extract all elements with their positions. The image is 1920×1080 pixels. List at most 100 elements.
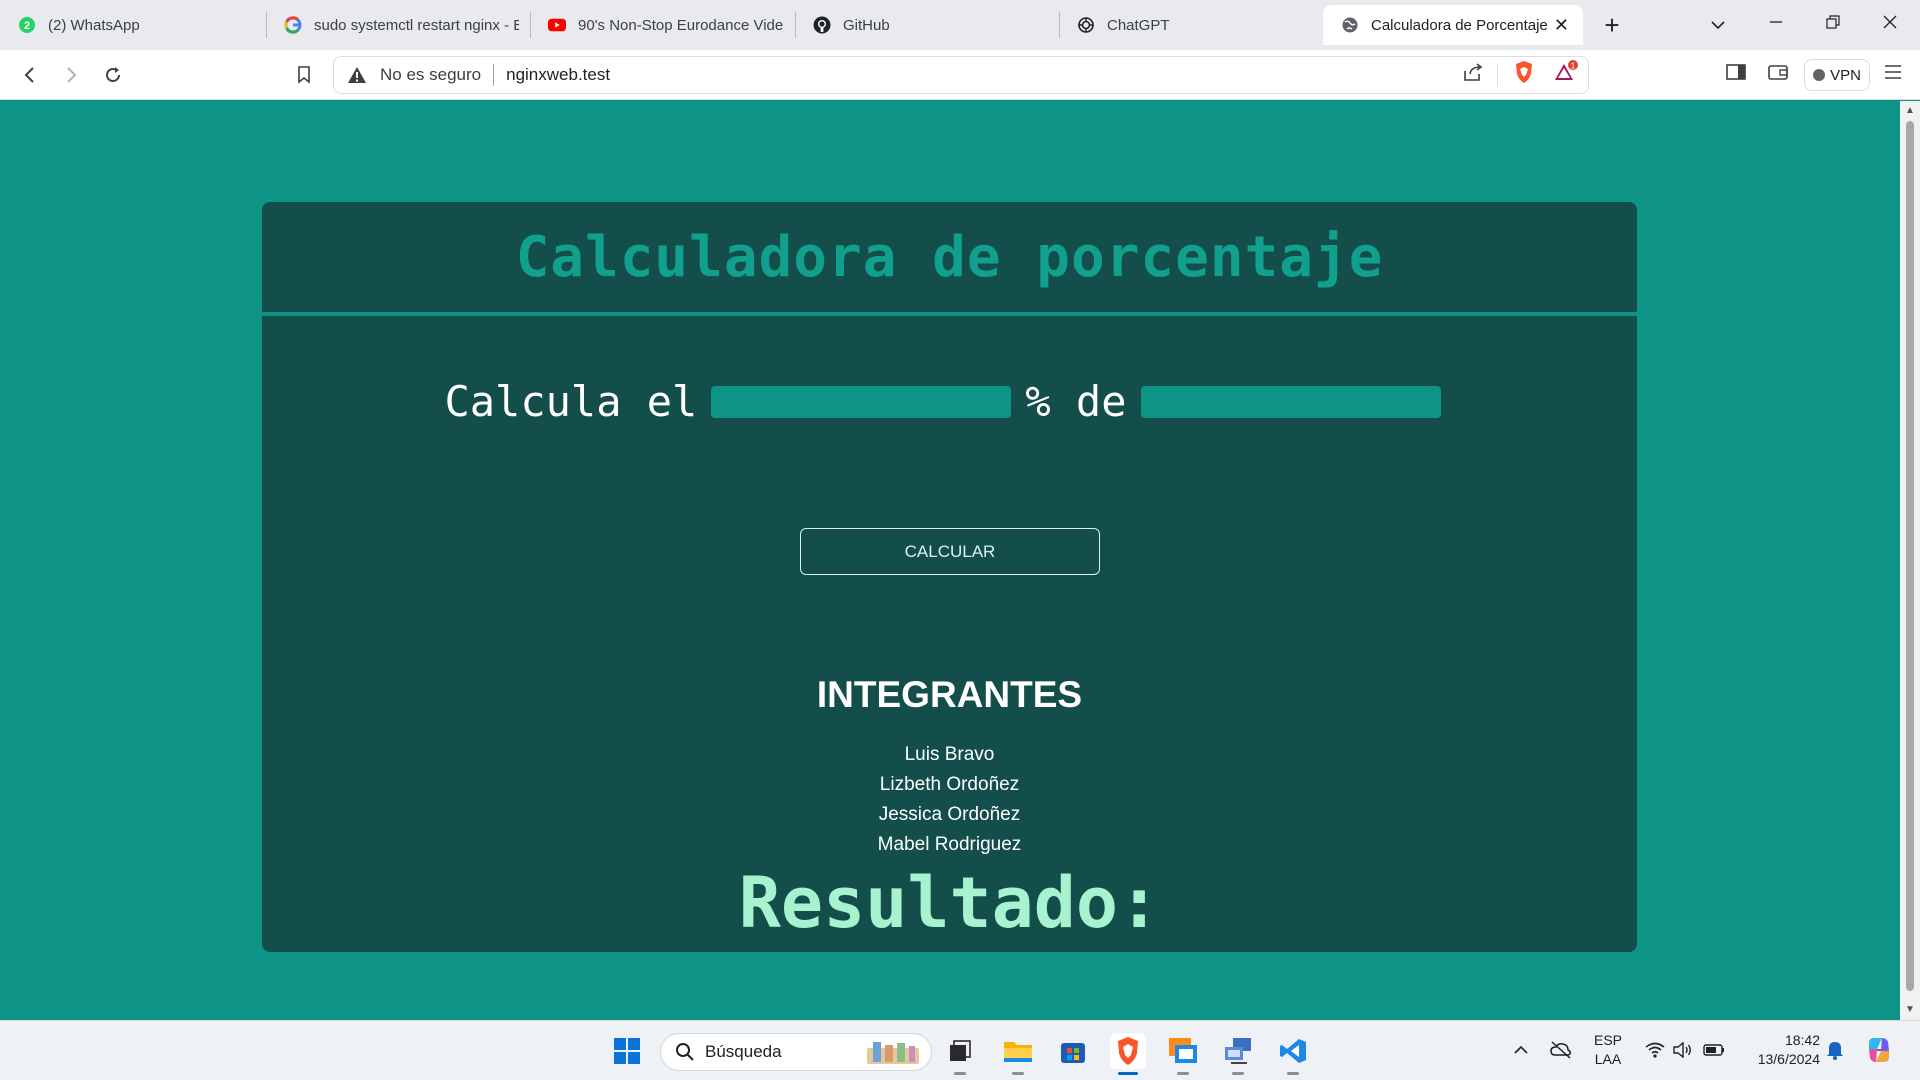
copilot-icon[interactable] <box>1864 1035 1894 1065</box>
youtube-icon <box>548 16 566 34</box>
search-highlight-icon <box>867 1042 919 1064</box>
card-header: Calculadora de porcentaje <box>262 202 1637 316</box>
notification-bell-icon[interactable] <box>1824 1039 1846 1061</box>
tab-youtube[interactable]: 90's Non-Stop Eurodance Vide <box>530 5 794 45</box>
share-icon[interactable] <box>1459 58 1487 86</box>
tab-chatgpt[interactable]: ChatGPT <box>1059 5 1323 45</box>
wallet-icon[interactable] <box>1764 58 1792 86</box>
tab-title: Calculadora de Porcentaje <box>1371 16 1548 34</box>
menu-icon[interactable] <box>1879 58 1907 86</box>
store-icon[interactable] <box>1055 1033 1091 1069</box>
new-tab-button[interactable]: + <box>1597 10 1627 41</box>
result-label: Resultado: <box>738 862 1161 944</box>
tab-title: ChatGPT <box>1107 16 1170 34</box>
list-item: Lizbeth Ordoñez <box>879 774 1020 795</box>
vpn-label: VPN <box>1830 66 1861 84</box>
restore-icon[interactable] <box>1818 12 1848 35</box>
scroll-up-icon[interactable]: ▲ <box>1905 105 1915 116</box>
start-icon[interactable] <box>609 1033 645 1069</box>
browser-toolbar: No es seguro nginxweb.test 1 VPN <box>0 50 1920 100</box>
taskbar-search[interactable]: Búsqueda <box>660 1033 932 1071</box>
close-tab-icon[interactable]: ✕ <box>1554 15 1569 36</box>
active-indicator <box>1118 1072 1138 1075</box>
network-app-icon[interactable] <box>1220 1033 1256 1075</box>
page-viewport: Calculadora de porcentaje Calcula el % d… <box>0 101 1900 1020</box>
back-icon[interactable] <box>15 60 45 90</box>
github-icon <box>813 16 831 34</box>
page-title: Calculadora de porcentaje <box>515 224 1384 290</box>
brave-icon[interactable] <box>1110 1033 1146 1075</box>
file-explorer-icon[interactable] <box>1000 1033 1036 1075</box>
running-indicator <box>1177 1072 1189 1075</box>
warning-icon[interactable] <box>346 64 368 86</box>
members-list: Luis Bravo Lizbeth Ordoñez Jessica Ordoñ… <box>262 740 1637 860</box>
members-title: INTEGRANTES <box>816 674 1083 715</box>
page-scrollbar[interactable]: ▲ ▼ <box>1900 101 1920 1020</box>
vpn-status-icon <box>1813 69 1826 81</box>
scrollbar-thumb[interactable] <box>1906 121 1914 991</box>
list-item: Mabel Rodriguez <box>877 834 1022 855</box>
calc-prefix: Calcula el <box>444 377 698 426</box>
close-window-icon[interactable] <box>1875 12 1905 35</box>
search-icon <box>676 1043 694 1061</box>
running-indicator <box>954 1072 966 1075</box>
keyboard-layout: LAA <box>1594 1051 1622 1067</box>
security-status[interactable]: No es seguro <box>380 65 481 85</box>
language-code: ESP <box>1594 1032 1623 1048</box>
running-indicator <box>1232 1072 1244 1075</box>
clock-date: 13/6/2024 <box>1757 1051 1820 1067</box>
calculation-row: Calcula el % de <box>262 377 1637 426</box>
clock[interactable]: 18:42 13/6/2024 <box>1740 1031 1820 1069</box>
sidebar-icon[interactable] <box>1722 58 1750 86</box>
vscode-icon[interactable] <box>1275 1033 1311 1075</box>
remote-desktop-icon[interactable] <box>1165 1033 1201 1075</box>
running-indicator <box>1012 1072 1024 1075</box>
volume-icon[interactable] <box>1672 1039 1694 1061</box>
brave-shields-icon[interactable] <box>1510 58 1538 86</box>
search-placeholder: Búsqueda <box>705 1042 782 1061</box>
tab-strip: 2 (2) WhatsApp sudo systemctl restart ng… <box>0 0 1920 50</box>
tab-title: GitHub <box>843 16 890 34</box>
tab-whatsapp[interactable]: 2 (2) WhatsApp <box>0 5 265 45</box>
address-divider <box>493 64 495 86</box>
calc-middle: % de <box>1025 377 1127 426</box>
toolbar-divider <box>1497 64 1498 86</box>
base-value-input[interactable] <box>1140 385 1441 418</box>
rewards-badge: 1 <box>1571 62 1576 71</box>
clock-time: 18:42 <box>1784 1032 1820 1048</box>
list-item: Jessica Ordoñez <box>878 804 1021 825</box>
tab-title: 90's Non-Stop Eurodance Vide <box>578 16 783 34</box>
scroll-down-icon[interactable]: ▼ <box>1905 1004 1915 1015</box>
forward-icon[interactable] <box>56 60 86 90</box>
percent-input[interactable] <box>711 385 1012 418</box>
google-icon <box>284 16 302 34</box>
minimize-icon[interactable] <box>1761 12 1791 35</box>
onedrive-offline-icon[interactable] <box>1550 1039 1572 1061</box>
tab-search-icon[interactable] <box>1703 13 1733 36</box>
battery-icon[interactable] <box>1703 1039 1725 1061</box>
calculator-card: Calculadora de porcentaje Calcula el % d… <box>262 202 1637 952</box>
list-item: Luis Bravo <box>904 744 995 765</box>
tab-title: sudo systemctl restart nginx - B <box>314 16 519 34</box>
vpn-button[interactable]: VPN <box>1804 59 1870 91</box>
chatgpt-icon <box>1077 16 1095 34</box>
globe-icon <box>1341 16 1359 34</box>
language-indicator[interactable]: ESP LAA <box>1594 1031 1622 1069</box>
whatsapp-badge: 2 <box>24 20 30 32</box>
wifi-icon[interactable] <box>1644 1039 1666 1061</box>
tab-title: (2) WhatsApp <box>48 16 140 34</box>
tab-github[interactable]: GitHub <box>795 5 1059 45</box>
running-indicator <box>1287 1072 1299 1075</box>
tab-calculadora[interactable]: Calculadora de Porcentaje ✕ <box>1323 5 1583 45</box>
bookmark-icon[interactable] <box>289 60 319 90</box>
address-bar[interactable]: No es seguro nginxweb.test <box>333 56 1589 94</box>
calculate-button[interactable]: CALCULAR <box>800 528 1100 575</box>
chevron-up-icon[interactable] <box>1510 1039 1532 1061</box>
task-view-icon[interactable] <box>942 1033 978 1075</box>
reload-icon[interactable] <box>98 60 128 90</box>
tab-google-search[interactable]: sudo systemctl restart nginx - B <box>266 5 530 45</box>
whatsapp-icon: 2 <box>18 16 36 34</box>
url-text[interactable]: nginxweb.test <box>506 65 610 85</box>
taskbar: Búsqueda ESP LAA 18:42 13/6/2024 <box>0 1020 1920 1080</box>
brave-rewards-icon[interactable]: 1 <box>1553 58 1581 86</box>
